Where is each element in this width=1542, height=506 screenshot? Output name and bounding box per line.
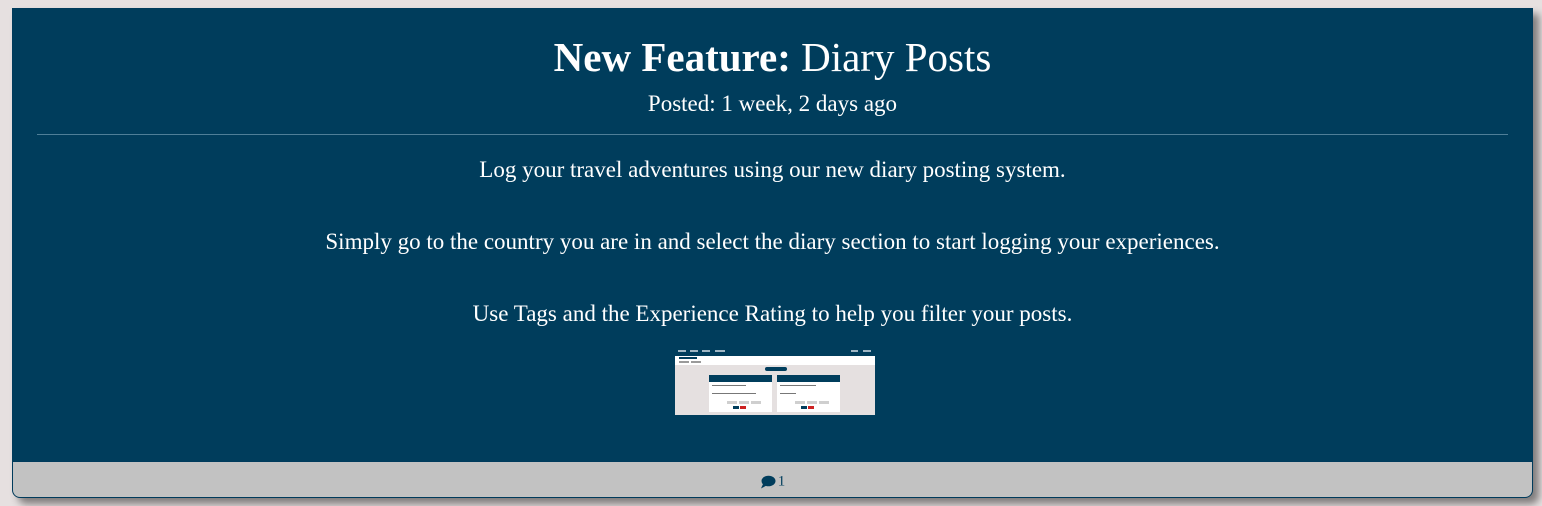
post-title: New Feature: Diary Posts	[13, 33, 1532, 81]
comment-count: 1	[777, 473, 786, 490]
comments-button[interactable]: 1	[13, 472, 1532, 491]
post-title-rest: Diary Posts	[790, 34, 992, 80]
post-date: Posted: 1 week, 2 days ago	[647, 91, 898, 116]
post-paragraph: Simply go to the country you are in and …	[325, 229, 1220, 254]
comment-icon	[760, 475, 776, 489]
post-title-bold: New Feature:	[553, 34, 791, 80]
post-footer: 1	[13, 461, 1532, 497]
post-body: New Feature: Diary Posts Posted: 1 week,…	[13, 9, 1532, 461]
news-post-card: New Feature: Diary Posts Posted: 1 week,…	[12, 8, 1533, 498]
post-paragraph: Log your travel adventures using our new…	[479, 157, 1066, 182]
feature-screenshot-image[interactable]	[675, 347, 875, 415]
post-paragraph: Use Tags and the Experience Rating to he…	[472, 301, 1073, 326]
divider	[37, 134, 1508, 135]
